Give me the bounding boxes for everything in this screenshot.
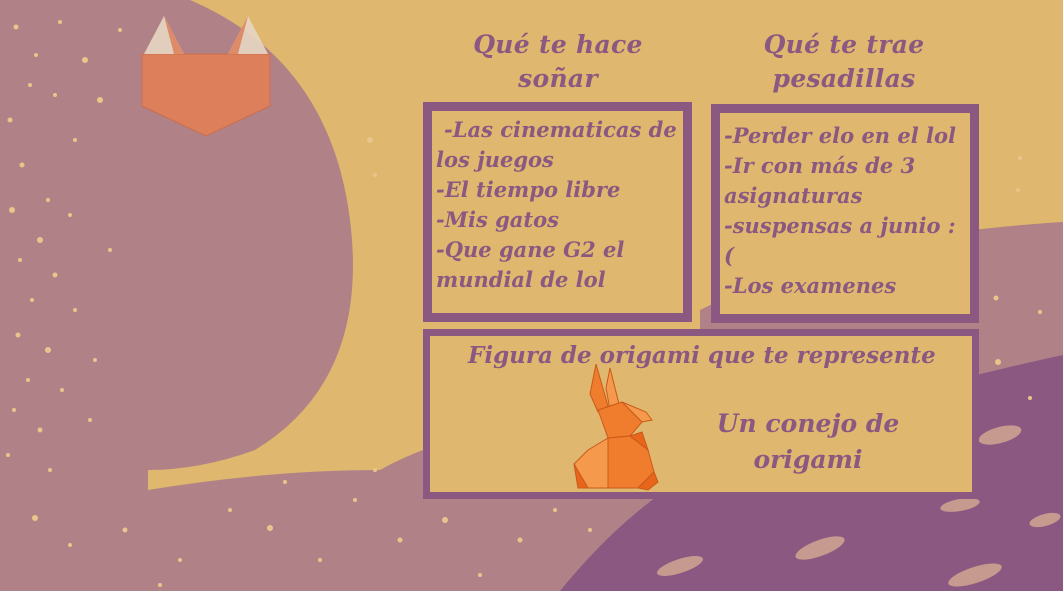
dream-item: -Las cinematicas de los juegos bbox=[436, 117, 677, 172]
dream-item: -Mis gatos bbox=[436, 207, 559, 232]
origami-panel: Figura de origami que te represente Un c… bbox=[423, 329, 979, 499]
dream-panel: -Las cinematicas de los juegos -El tiemp… bbox=[423, 102, 692, 322]
slide: Qué te hace soñar -Las cinematicas de lo… bbox=[0, 0, 1063, 591]
nightmare-item: -suspensas a junio :( bbox=[724, 213, 956, 268]
origami-answer: Un conejo de origami bbox=[716, 409, 900, 474]
dream-item: -El tiempo libre bbox=[436, 177, 621, 202]
nightmare-heading: Qué te trae pesadillas bbox=[763, 30, 925, 93]
origami-heading: Figura de origami que te represente bbox=[468, 342, 936, 369]
fox-head-icon bbox=[141, 16, 271, 137]
nightmare-item: -Los examenes bbox=[724, 273, 897, 298]
dream-item: -Que gane G2 el mundial de lol bbox=[436, 237, 625, 292]
nightmare-panel: -Perder elo en el lol -Ir con más de 3 a… bbox=[711, 104, 979, 323]
nightmare-item: -Ir con más de 3 asignaturas bbox=[724, 153, 916, 208]
dream-heading: Qué te hace soñar bbox=[473, 30, 643, 93]
origami-rabbit-icon bbox=[573, 364, 659, 491]
nightmare-item: -Perder elo en el lol bbox=[724, 123, 956, 148]
